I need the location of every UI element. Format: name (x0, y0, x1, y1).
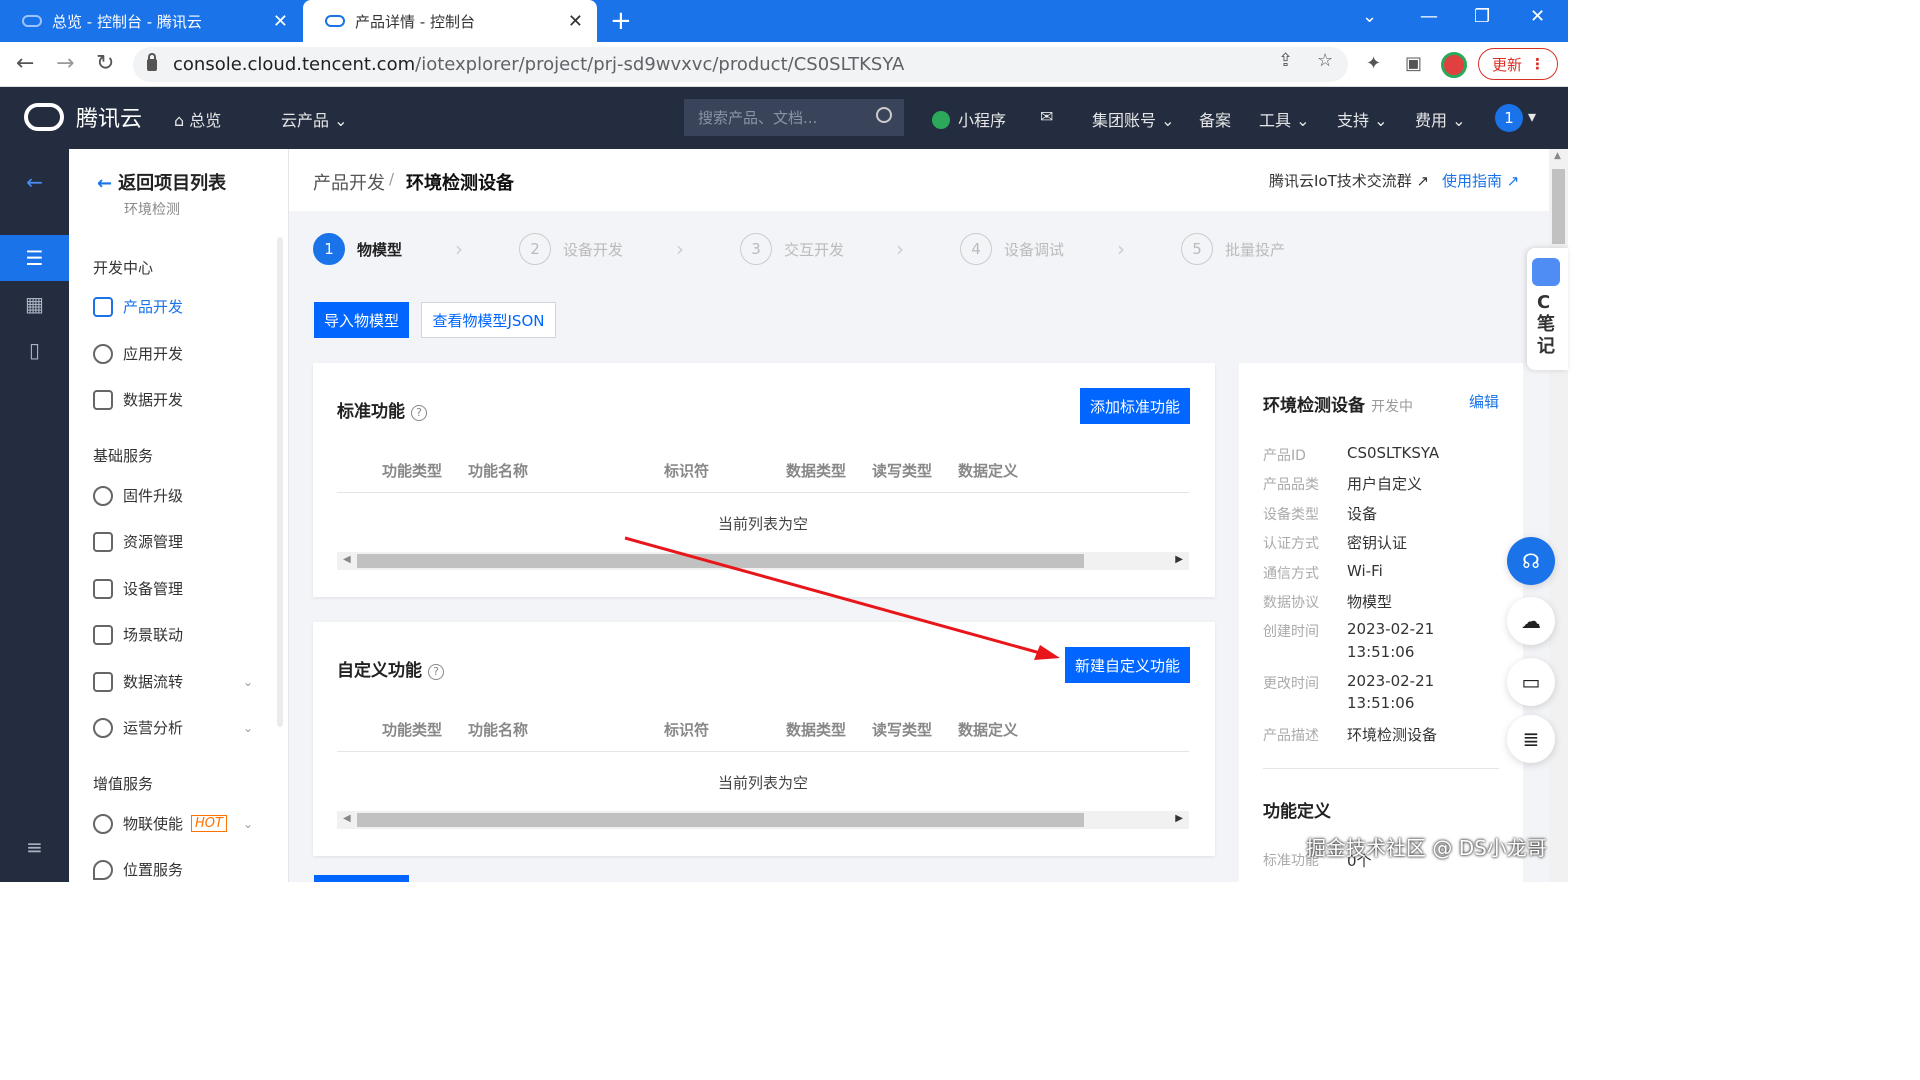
notes-label: C 笔记 (1537, 292, 1557, 358)
list-icon[interactable]: ≣ (1507, 715, 1555, 763)
arrowhead-icon (1034, 645, 1060, 660)
notes-letter: C (1537, 292, 1551, 313)
notes-widget[interactable]: C 笔记 (1527, 248, 1568, 370)
annotation-arrow (624, 536, 1060, 660)
cloud-upload-icon[interactable]: ☁ (1507, 597, 1555, 645)
notes-pen-icon (1532, 258, 1560, 286)
open-book-icon[interactable]: ▭ (1507, 658, 1555, 706)
arrow-line (624, 536, 1041, 655)
notes-text: 笔记 (1537, 314, 1555, 357)
customer-service-headset-icon[interactable]: ☊ (1507, 537, 1555, 585)
watermark: 掘金技术社区 @ DS小龙哥 (1306, 836, 1547, 860)
